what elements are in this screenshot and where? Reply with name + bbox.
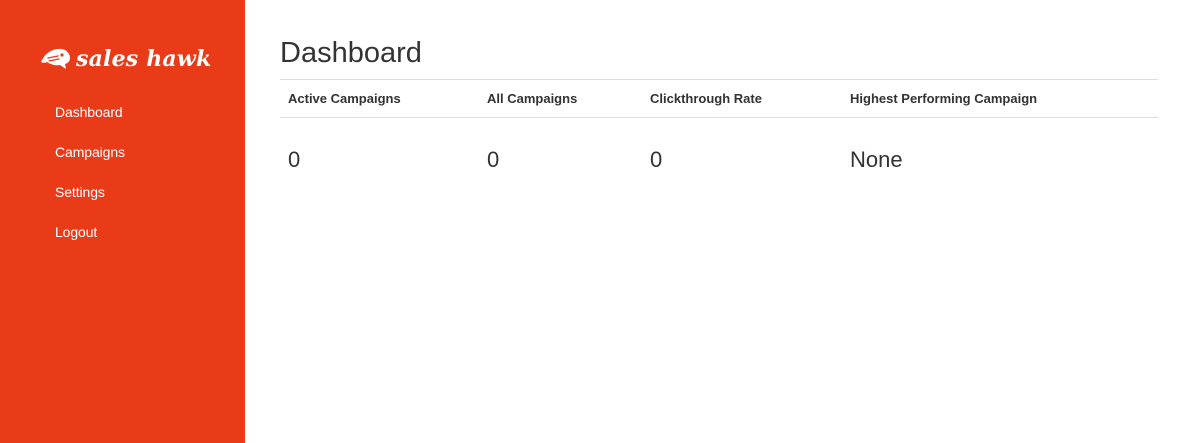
brand-name: sales hawk	[76, 46, 212, 72]
header-all-campaigns: All Campaigns	[479, 79, 642, 118]
stats-value-row: 0 0 0 None	[280, 118, 1158, 203]
stats-table-head: Active Campaigns All Campaigns Clickthro…	[280, 79, 1158, 118]
sidebar-link-dashboard[interactable]: Dashboard	[55, 104, 123, 120]
header-highest-performing-campaign: Highest Performing Campaign	[842, 79, 1158, 118]
value-clickthrough-rate: 0	[650, 147, 663, 172]
sidebar-item-logout: Logout	[55, 220, 125, 260]
value-active-campaigns: 0	[288, 147, 301, 172]
sidebar-link-campaigns[interactable]: Campaigns	[55, 144, 125, 160]
stats-table: Active Campaigns All Campaigns Clickthro…	[280, 79, 1158, 202]
value-all-campaigns: 0	[487, 147, 500, 172]
sidebar-item-campaigns: Campaigns	[55, 140, 125, 180]
sidebar: sales hawk Dashboard Campaigns Settings …	[0, 0, 245, 443]
sidebar-link-settings[interactable]: Settings	[55, 184, 105, 200]
sidebar-nav: Dashboard Campaigns Settings Logout	[55, 100, 125, 260]
header-clickthrough-rate: Clickthrough Rate	[642, 79, 842, 118]
sidebar-link-logout[interactable]: Logout	[55, 224, 97, 240]
value-highest-performing-campaign: None	[850, 147, 903, 172]
header-active-campaigns: Active Campaigns	[280, 79, 479, 118]
page-title: Dashboard	[280, 37, 422, 69]
stats-table-body: 0 0 0 None	[280, 118, 1158, 203]
hawk-head-icon	[41, 48, 70, 69]
brand-logo[interactable]: sales hawk	[40, 44, 211, 74]
stats-header-row: Active Campaigns All Campaigns Clickthro…	[280, 79, 1158, 118]
app-root: sales hawk Dashboard Campaigns Settings …	[0, 0, 1187, 443]
sidebar-item-settings: Settings	[55, 180, 125, 220]
sidebar-item-dashboard: Dashboard	[55, 100, 125, 140]
